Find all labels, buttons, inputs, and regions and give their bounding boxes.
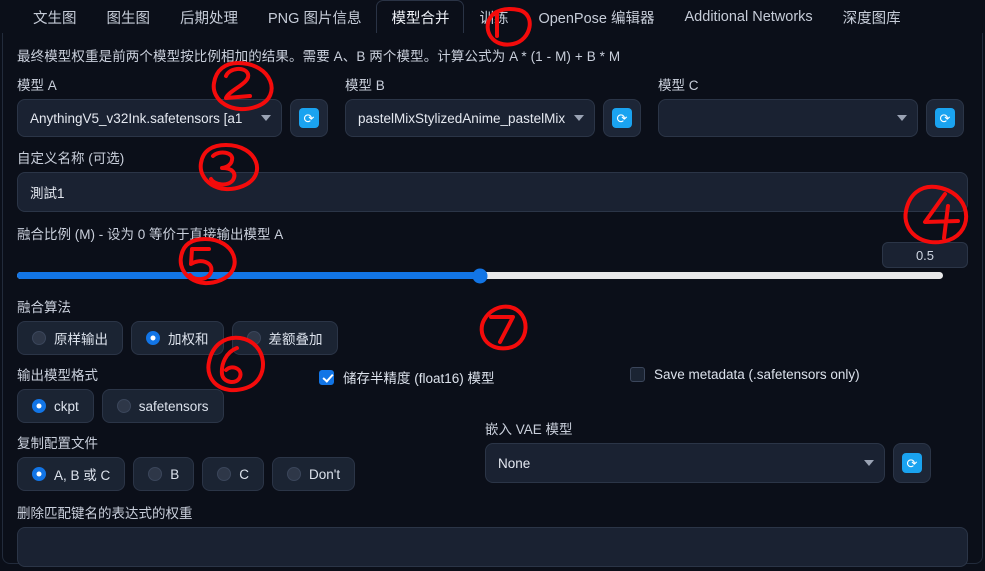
radio-config-abc[interactable]: A, B 或 C bbox=[17, 457, 126, 491]
refresh-icon: ⟳ bbox=[935, 108, 955, 128]
tab-label: 后期处理 bbox=[180, 10, 238, 27]
multiplier-value: 0.5 bbox=[915, 247, 935, 263]
save-half-checkbox[interactable]: 储存半精度 (float16) 模型 bbox=[319, 367, 495, 387]
model-a-label: 模型 A bbox=[17, 78, 57, 93]
refresh-icon: ⟳ bbox=[902, 453, 922, 473]
tab-label: 训练 bbox=[479, 10, 509, 27]
tab-label: PNG 图片信息 bbox=[268, 10, 362, 27]
save-metadata-checkbox[interactable]: Save metadata (.safetensors only) bbox=[630, 367, 860, 382]
tab-label: OpenPose 编辑器 bbox=[538, 10, 655, 27]
model-b-label: 模型 B bbox=[345, 78, 385, 93]
multiplier-slider[interactable] bbox=[17, 268, 943, 283]
slider-fill bbox=[17, 272, 480, 279]
model-a-dropdown[interactable]: AnythingV5_v32Ink.safetensors [a1 bbox=[17, 99, 282, 137]
radio-icon bbox=[246, 331, 261, 345]
radio-icon bbox=[217, 467, 232, 481]
bake-vae-refresh-button[interactable]: ⟳ bbox=[893, 443, 931, 483]
model-merge-panel: 最终模型权重是前两个模型按比例相加的结果。需要 A、B 两个模型。计算公式为 A… bbox=[2, 33, 983, 567]
chevron-down-icon bbox=[864, 460, 874, 466]
tab-label: 文生图 bbox=[33, 10, 77, 27]
radio-icon bbox=[116, 399, 131, 413]
refresh-icon: ⟳ bbox=[612, 108, 632, 128]
model-b-value: pastelMixStylizedAnime_pastelMix bbox=[358, 110, 566, 126]
radio-no-interpolation[interactable]: 原样输出 bbox=[17, 321, 123, 355]
tab-openpose-editor[interactable]: OpenPose 编辑器 bbox=[523, 0, 669, 34]
tab-txt2img[interactable]: 文生图 bbox=[18, 0, 92, 34]
discard-weights-input[interactable] bbox=[17, 527, 968, 567]
tab-label: Additional Networks bbox=[684, 9, 813, 25]
radio-label: ckpt bbox=[54, 398, 79, 414]
radio-config-b[interactable]: B bbox=[133, 457, 195, 491]
radio-add-difference[interactable]: 差额叠加 bbox=[231, 321, 338, 355]
radio-format-ckpt[interactable]: ckpt bbox=[17, 389, 94, 423]
checkbox-icon-checked bbox=[319, 369, 334, 385]
model-b-refresh-button[interactable]: ⟳ bbox=[603, 99, 641, 137]
multiplier-slider-row: 0.5 bbox=[17, 242, 968, 290]
interpolation-label: 融合算法 bbox=[17, 300, 71, 315]
merge-description: 最终模型权重是前两个模型按比例相加的结果。需要 A、B 两个模型。计算公式为 A… bbox=[17, 49, 621, 64]
model-c-refresh-button[interactable]: ⟳ bbox=[926, 99, 964, 137]
radio-label: A, B 或 C bbox=[54, 468, 111, 483]
tab-img2img[interactable]: 图生图 bbox=[92, 0, 166, 34]
radio-label: C bbox=[239, 466, 250, 482]
radio-icon bbox=[32, 331, 46, 345]
radio-label: safetensors bbox=[138, 398, 209, 414]
custom-name-label: 自定义名称 (可选) bbox=[17, 151, 125, 166]
save-metadata-label: Save metadata (.safetensors only) bbox=[654, 367, 860, 382]
bake-vae-value: None bbox=[498, 455, 531, 471]
model-c-dropdown[interactable] bbox=[658, 99, 918, 137]
radio-icon-selected bbox=[32, 467, 46, 481]
chevron-down-icon bbox=[261, 115, 271, 121]
tab-label: 深度图库 bbox=[842, 10, 901, 27]
radio-icon bbox=[148, 467, 163, 481]
tab-train[interactable]: 训练 bbox=[464, 0, 523, 34]
tab-png-info[interactable]: PNG 图片信息 bbox=[253, 0, 376, 34]
tab-additional-networks[interactable]: Additional Networks bbox=[670, 0, 828, 34]
radio-config-c[interactable]: C bbox=[202, 457, 265, 491]
save-half-label: 储存半精度 (float16) 模型 bbox=[343, 371, 495, 386]
multiplier-label: 融合比例 (M) - 设为 0 等价于直接输出模型 A bbox=[17, 227, 284, 242]
radio-weighted-sum[interactable]: 加权和 bbox=[131, 321, 224, 355]
radio-label: 加权和 bbox=[168, 332, 209, 347]
model-a-column: 模型 A AnythingV5_v32Ink.safetensors [a1 bbox=[17, 74, 282, 137]
model-c-label: 模型 C bbox=[658, 78, 699, 93]
radio-format-safetensors[interactable]: safetensors bbox=[101, 389, 224, 423]
radio-label: 原样输出 bbox=[54, 332, 108, 347]
model-c-column: 模型 C bbox=[658, 74, 918, 137]
tab-model-merge[interactable]: 模型合并 bbox=[376, 0, 465, 34]
radio-icon-selected bbox=[32, 399, 46, 413]
bake-vae-column: 嵌入 VAE 模型 None ⟳ bbox=[485, 418, 940, 483]
slider-thumb[interactable] bbox=[472, 268, 488, 283]
custom-name-value: 測試1 bbox=[30, 186, 65, 201]
tab-extras[interactable]: 后期处理 bbox=[165, 0, 253, 34]
radio-label: Don't bbox=[309, 466, 341, 482]
model-b-column: 模型 B pastelMixStylizedAnime_pastelMix bbox=[345, 74, 595, 137]
tab-label: 图生图 bbox=[106, 10, 151, 27]
radio-icon bbox=[287, 467, 302, 481]
model-a-refresh-button[interactable]: ⟳ bbox=[290, 99, 328, 137]
tab-depth-library[interactable]: 深度图库 bbox=[828, 0, 916, 34]
chevron-down-icon bbox=[574, 115, 584, 121]
model-merge-page: 文生图 图生图 后期处理 PNG 图片信息 模型合并 训练 OpenPose 编… bbox=[0, 0, 985, 571]
radio-icon-selected bbox=[146, 331, 160, 345]
multiplier-number[interactable]: 0.5 bbox=[882, 242, 968, 268]
bake-vae-label: 嵌入 VAE 模型 bbox=[485, 422, 573, 437]
model-b-dropdown[interactable]: pastelMixStylizedAnime_pastelMix bbox=[345, 99, 595, 137]
bake-vae-dropdown[interactable]: None bbox=[485, 443, 885, 483]
discard-weights-label: 删除匹配键名的表达式的权重 bbox=[17, 506, 193, 521]
refresh-icon: ⟳ bbox=[299, 108, 319, 128]
custom-name-input[interactable]: 測試1 bbox=[17, 172, 968, 212]
tab-label: 模型合并 bbox=[391, 10, 450, 27]
tab-bar: 文生图 图生图 后期处理 PNG 图片信息 模型合并 训练 OpenPose 编… bbox=[0, 0, 985, 34]
interpolation-group: 原样输出 加权和 差额叠加 bbox=[17, 321, 968, 355]
radio-label: B bbox=[170, 466, 180, 482]
model-selection-row: 模型 A AnythingV5_v32Ink.safetensors [a1 ⟳… bbox=[17, 74, 968, 137]
checkbox-icon bbox=[630, 367, 645, 382]
model-a-value: AnythingV5_v32Ink.safetensors [a1 bbox=[30, 110, 243, 126]
chevron-down-icon bbox=[897, 115, 907, 121]
radio-config-dont[interactable]: Don't bbox=[272, 457, 356, 491]
radio-label: 差额叠加 bbox=[268, 332, 323, 347]
